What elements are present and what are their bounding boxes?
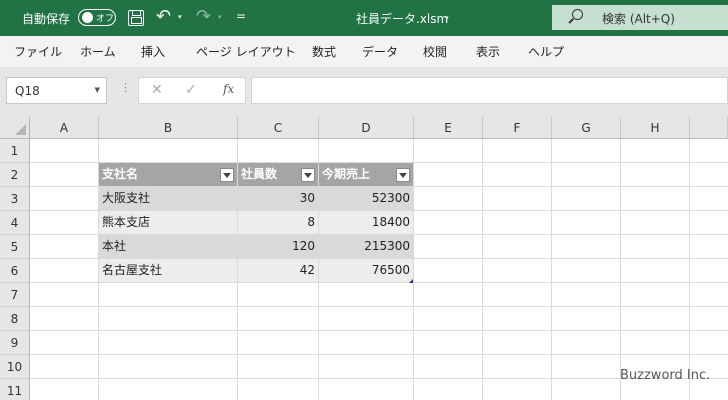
table-cell[interactable]: 76500 bbox=[319, 259, 413, 282]
table-cell[interactable]: 大阪支社 bbox=[99, 187, 237, 210]
table-cell[interactable]: 42 bbox=[238, 259, 318, 282]
autosave-state: オフ bbox=[96, 14, 115, 24]
tab-file[interactable]: ファイル bbox=[14, 43, 62, 60]
tab-page-layout[interactable]: ページ レイアウト bbox=[196, 43, 296, 60]
column-header-c[interactable]: C bbox=[238, 117, 319, 139]
customize-qat-icon[interactable]: = bbox=[236, 9, 246, 23]
insert-function-icon[interactable]: fx bbox=[223, 82, 234, 96]
column-header-h[interactable]: H bbox=[621, 117, 690, 139]
enter-icon[interactable]: ✓ bbox=[185, 82, 197, 98]
filter-dropdown-icon[interactable] bbox=[396, 168, 410, 182]
table-cell[interactable]: 本社 bbox=[99, 235, 237, 258]
table-header-cell[interactable]: 社員数 bbox=[238, 163, 318, 186]
redo-icon[interactable]: ↷ bbox=[196, 6, 211, 27]
column-header-e[interactable]: E bbox=[414, 117, 483, 139]
table-header-cell[interactable]: 支社名 bbox=[99, 163, 237, 186]
table-cell[interactable]: 120 bbox=[238, 235, 318, 258]
filter-dropdown-icon[interactable] bbox=[301, 168, 315, 182]
title-bar: 自動保存 オフ ↶ ▾ ↷ ▾ = 社員データ.xlsm ▾ 検索 (Alt+Q… bbox=[0, 0, 728, 36]
row-header-5[interactable]: 5 bbox=[0, 235, 30, 259]
table-cell[interactable]: 8 bbox=[238, 211, 318, 234]
name-box-dropdown-icon[interactable]: ▼ bbox=[95, 86, 100, 94]
column-header-f[interactable]: F bbox=[483, 117, 552, 139]
row-header-7[interactable]: 7 bbox=[0, 283, 30, 307]
table-cell[interactable]: 18400 bbox=[319, 211, 413, 234]
table-cell[interactable]: 熊本支店 bbox=[99, 211, 237, 234]
tab-formulas[interactable]: 数式 bbox=[312, 43, 336, 60]
tab-data[interactable]: データ bbox=[362, 43, 398, 60]
gridline bbox=[482, 139, 483, 400]
filter-dropdown-icon[interactable] bbox=[220, 168, 234, 182]
table-cell[interactable]: 52300 bbox=[319, 187, 413, 210]
watermark: Buzzword Inc. bbox=[620, 368, 711, 383]
column-header-i[interactable]: I bbox=[690, 117, 728, 139]
gridline bbox=[689, 139, 690, 400]
redo-dropdown-icon[interactable]: ▾ bbox=[218, 13, 222, 21]
tab-review[interactable]: 校閲 bbox=[423, 43, 447, 60]
tab-help[interactable]: ヘルプ bbox=[528, 43, 564, 60]
search-placeholder: 検索 (Alt+Q) bbox=[602, 12, 675, 26]
row-header-8[interactable]: 8 bbox=[0, 307, 30, 331]
gridline bbox=[30, 306, 728, 307]
autosave-toggle[interactable]: オフ bbox=[78, 9, 116, 26]
name-box[interactable]: Q18 ▼ bbox=[6, 77, 107, 104]
undo-icon[interactable]: ↶ bbox=[156, 6, 171, 27]
table-header-label: 社員数 bbox=[241, 167, 278, 181]
search-icon bbox=[572, 9, 583, 20]
row-header-4[interactable]: 4 bbox=[0, 211, 30, 235]
tab-view[interactable]: 表示 bbox=[476, 43, 500, 60]
row-header-10[interactable]: 10 bbox=[0, 355, 30, 379]
more-options-icon[interactable]: ⋮ bbox=[120, 81, 131, 94]
name-box-value: Q18 bbox=[15, 84, 40, 98]
row-header-9[interactable]: 9 bbox=[0, 331, 30, 355]
gridline bbox=[620, 139, 621, 400]
formula-buttons: ✕ ✓ fx bbox=[138, 77, 246, 104]
table-header-label: 支社名 bbox=[102, 167, 139, 181]
table-cell[interactable]: 30 bbox=[238, 187, 318, 210]
table-resize-handle-icon[interactable] bbox=[409, 279, 413, 283]
formula-input[interactable] bbox=[251, 77, 728, 104]
gridline bbox=[30, 330, 728, 331]
save-icon[interactable] bbox=[128, 10, 144, 26]
column-header-d[interactable]: D bbox=[319, 117, 414, 139]
formula-bar: Q18 ▼ ⋮ ✕ ✓ fx bbox=[0, 67, 728, 117]
worksheet-grid[interactable]: A B C D E F G H I 1 2 3 4 5 6 7 8 9 10 1… bbox=[0, 117, 728, 400]
toggle-knob bbox=[82, 12, 93, 23]
undo-dropdown-icon[interactable]: ▾ bbox=[178, 13, 182, 21]
table-cell[interactable]: 215300 bbox=[319, 235, 413, 258]
gridline bbox=[413, 139, 414, 400]
column-header-b[interactable]: B bbox=[99, 117, 238, 139]
table-header-label: 今期売上 bbox=[322, 167, 371, 181]
row-header-3[interactable]: 3 bbox=[0, 187, 30, 211]
document-title[interactable]: 社員データ.xlsm bbox=[356, 10, 448, 27]
tab-insert[interactable]: 挿入 bbox=[141, 43, 165, 60]
row-header-2[interactable]: 2 bbox=[0, 163, 30, 187]
gridline bbox=[551, 139, 552, 400]
select-all-button[interactable] bbox=[0, 117, 30, 139]
cancel-icon[interactable]: ✕ bbox=[151, 82, 163, 98]
table-cell[interactable]: 名古屋支社 bbox=[99, 259, 237, 282]
row-header-11[interactable]: 11 bbox=[0, 379, 30, 400]
ribbon-tabs: ファイル ホーム 挿入 ページ レイアウト 数式 データ 校閲 表示 ヘルプ bbox=[0, 36, 728, 67]
search-box[interactable]: 検索 (Alt+Q) bbox=[552, 5, 728, 30]
row-header-6[interactable]: 6 bbox=[0, 259, 30, 283]
table-header-cell[interactable]: 今期売上 bbox=[319, 163, 413, 186]
tab-home[interactable]: ホーム bbox=[80, 43, 116, 60]
gridline bbox=[30, 282, 728, 283]
column-header-a[interactable]: A bbox=[30, 117, 99, 139]
column-header-g[interactable]: G bbox=[552, 117, 621, 139]
title-dropdown-icon[interactable]: ▾ bbox=[445, 14, 449, 22]
row-header-1[interactable]: 1 bbox=[0, 139, 30, 163]
gridline bbox=[30, 354, 728, 355]
autosave-label: 自動保存 bbox=[22, 12, 71, 26]
